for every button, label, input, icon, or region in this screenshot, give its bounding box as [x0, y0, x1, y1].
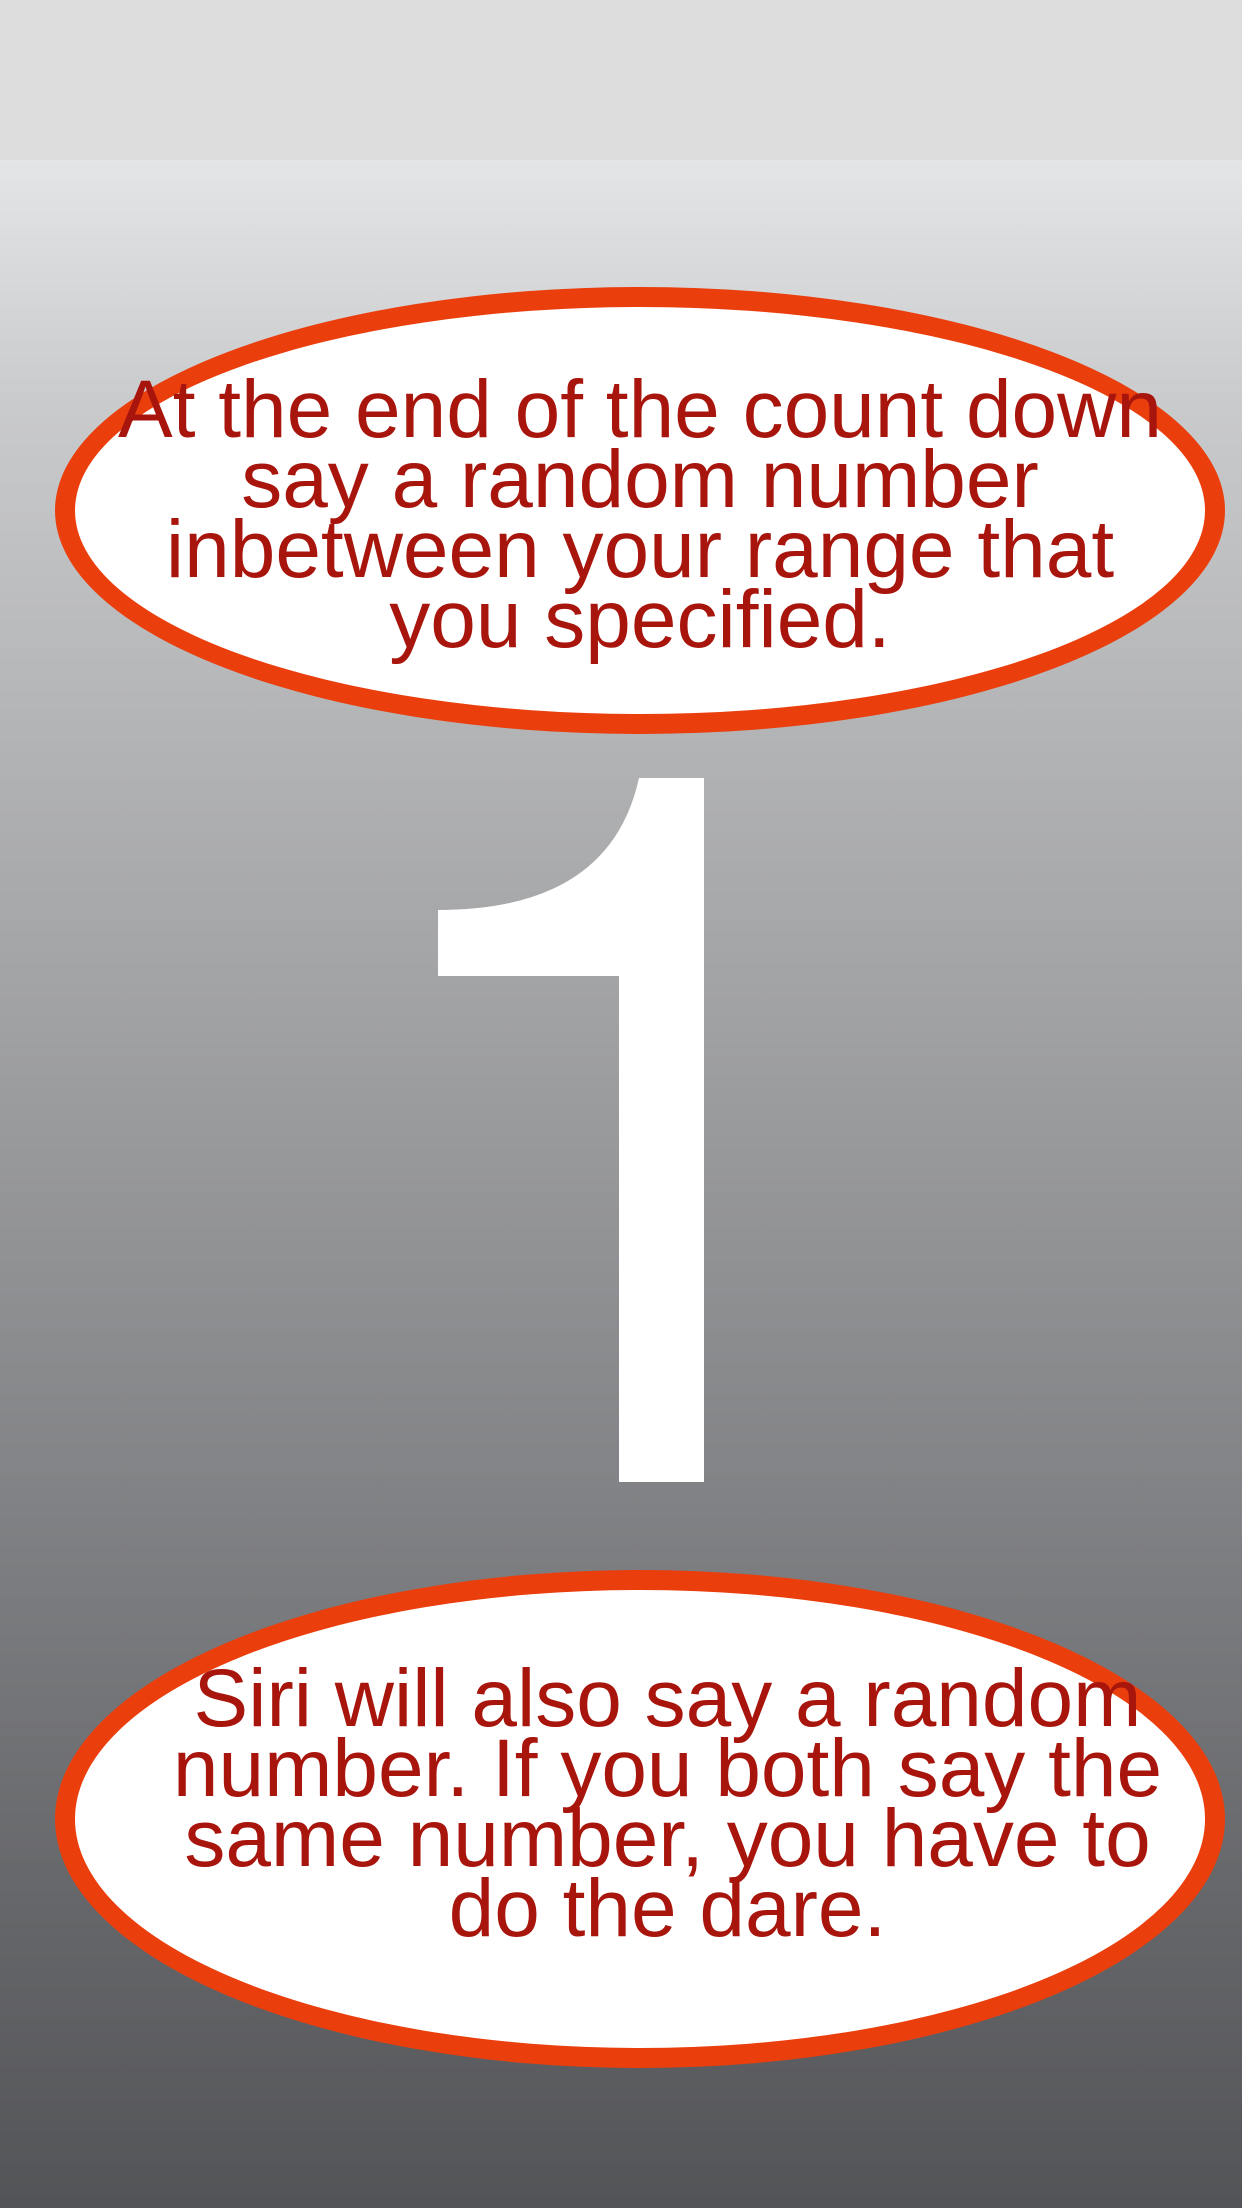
- status-bar: [0, 0, 1242, 160]
- countdown-digit: [438, 778, 704, 1482]
- instruction-text-bottom: Siri will also say a random number. If y…: [172, 1653, 1163, 1954]
- instruction-bubble-bottom: Siri will also say a random number. If y…: [55, 1570, 1225, 2068]
- instruction-bubble-top: At the end of the count down say a rando…: [55, 287, 1225, 734]
- countdown-digit-glyph: [438, 778, 704, 1482]
- instruction-text-top: At the end of the count down say a rando…: [118, 363, 1162, 665]
